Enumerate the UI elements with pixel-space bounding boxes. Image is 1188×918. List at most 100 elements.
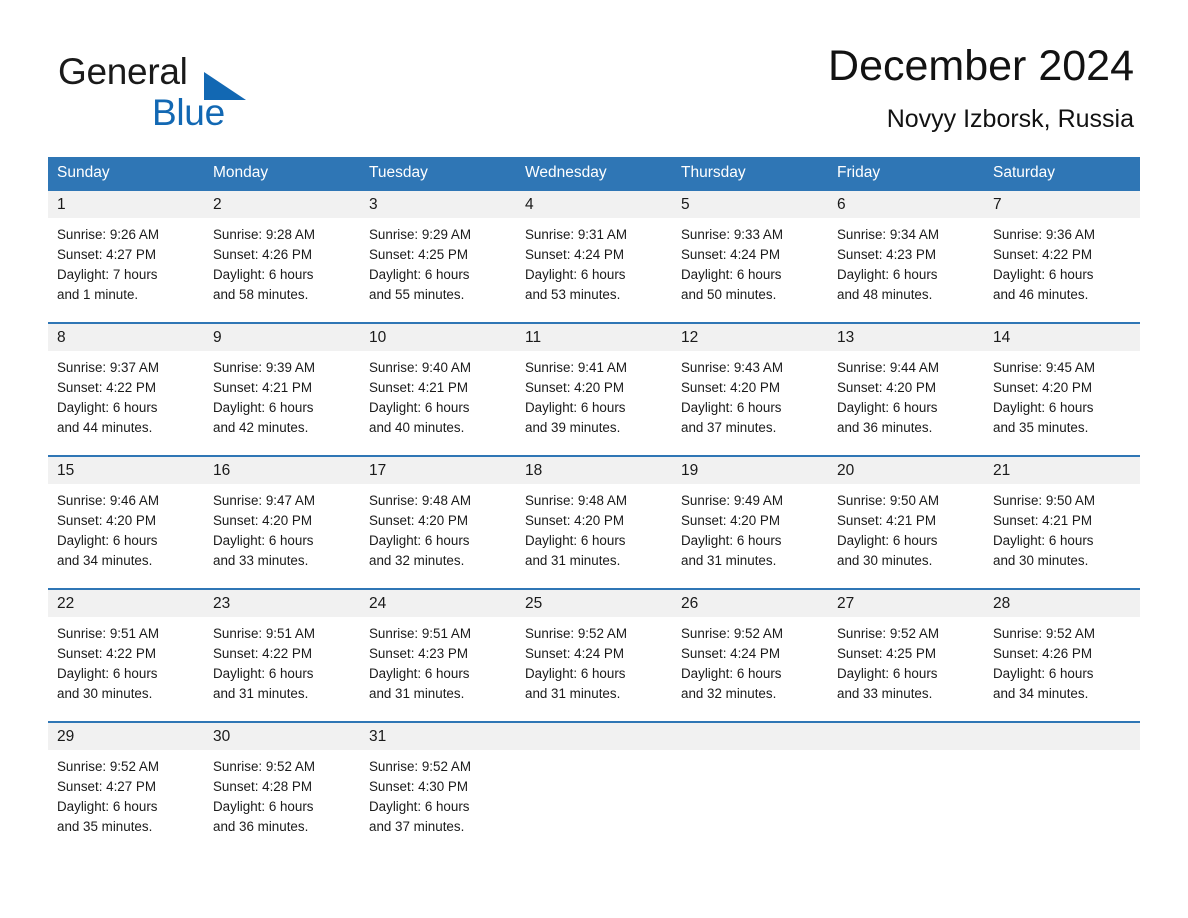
sunset-text: Sunset: 4:21 PM bbox=[369, 380, 468, 395]
day-number-band: 18 bbox=[516, 457, 672, 484]
day-cell[interactable]: 9 Sunrise: 9:39 AM Sunset: 4:21 PM Dayli… bbox=[204, 324, 360, 455]
sunset-text: Sunset: 4:20 PM bbox=[57, 513, 156, 528]
daylight-text-line1: Daylight: 6 hours bbox=[369, 533, 470, 548]
daylight-text-line1: Daylight: 6 hours bbox=[837, 400, 938, 415]
general-blue-logo[interactable]: General Blue bbox=[58, 52, 318, 133]
day-cell[interactable]: 3 Sunrise: 9:29 AM Sunset: 4:25 PM Dayli… bbox=[360, 191, 516, 322]
day-details: Sunrise: 9:51 AM Sunset: 4:22 PM Dayligh… bbox=[204, 617, 360, 721]
day-number-band: 25 bbox=[516, 590, 672, 617]
daylight-text-line1: Daylight: 6 hours bbox=[57, 799, 158, 814]
day-cell-empty bbox=[828, 723, 984, 854]
day-cell[interactable]: 12 Sunrise: 9:43 AM Sunset: 4:20 PM Dayl… bbox=[672, 324, 828, 455]
page-subtitle: Novyy Izborsk, Russia bbox=[886, 105, 1134, 133]
daylight-text-line2: and 50 minutes. bbox=[681, 287, 777, 302]
day-number-band: 9 bbox=[204, 324, 360, 351]
sunset-text: Sunset: 4:26 PM bbox=[993, 646, 1092, 661]
day-details: Sunrise: 9:50 AM Sunset: 4:21 PM Dayligh… bbox=[828, 484, 984, 588]
sunrise-text: Sunrise: 9:41 AM bbox=[525, 360, 627, 375]
sunset-text: Sunset: 4:20 PM bbox=[213, 513, 312, 528]
daylight-text-line2: and 53 minutes. bbox=[525, 287, 621, 302]
sunset-text: Sunset: 4:23 PM bbox=[837, 247, 936, 262]
day-cell[interactable]: 27 Sunrise: 9:52 AM Sunset: 4:25 PM Dayl… bbox=[828, 590, 984, 721]
daylight-text-line2: and 34 minutes. bbox=[993, 686, 1089, 701]
day-number: 1 bbox=[57, 196, 66, 213]
day-cell[interactable]: 31 Sunrise: 9:52 AM Sunset: 4:30 PM Dayl… bbox=[360, 723, 516, 854]
sunrise-text: Sunrise: 9:51 AM bbox=[57, 626, 159, 641]
day-cell[interactable]: 24 Sunrise: 9:51 AM Sunset: 4:23 PM Dayl… bbox=[360, 590, 516, 721]
sunset-text: Sunset: 4:22 PM bbox=[57, 646, 156, 661]
day-cell[interactable]: 15 Sunrise: 9:46 AM Sunset: 4:20 PM Dayl… bbox=[48, 457, 204, 588]
sunset-text: Sunset: 4:20 PM bbox=[993, 380, 1092, 395]
sunrise-text: Sunrise: 9:52 AM bbox=[837, 626, 939, 641]
day-details: Sunrise: 9:52 AM Sunset: 4:24 PM Dayligh… bbox=[672, 617, 828, 721]
day-number-band: 6 bbox=[828, 191, 984, 218]
day-number-band: 7 bbox=[984, 191, 1140, 218]
day-cell[interactable]: 17 Sunrise: 9:48 AM Sunset: 4:20 PM Dayl… bbox=[360, 457, 516, 588]
day-number-band: 13 bbox=[828, 324, 984, 351]
sunset-text: Sunset: 4:28 PM bbox=[213, 779, 312, 794]
day-cell[interactable]: 25 Sunrise: 9:52 AM Sunset: 4:24 PM Dayl… bbox=[516, 590, 672, 721]
day-number-band: 5 bbox=[672, 191, 828, 218]
day-cell[interactable]: 30 Sunrise: 9:52 AM Sunset: 4:28 PM Dayl… bbox=[204, 723, 360, 854]
day-number-band: 17 bbox=[360, 457, 516, 484]
sunset-text: Sunset: 4:20 PM bbox=[525, 380, 624, 395]
day-cell[interactable]: 8 Sunrise: 9:37 AM Sunset: 4:22 PM Dayli… bbox=[48, 324, 204, 455]
sunset-text: Sunset: 4:22 PM bbox=[57, 380, 156, 395]
daylight-text-line1: Daylight: 6 hours bbox=[681, 400, 782, 415]
day-cell[interactable]: 26 Sunrise: 9:52 AM Sunset: 4:24 PM Dayl… bbox=[672, 590, 828, 721]
day-details: Sunrise: 9:41 AM Sunset: 4:20 PM Dayligh… bbox=[516, 351, 672, 455]
day-cell[interactable]: 1 Sunrise: 9:26 AM Sunset: 4:27 PM Dayli… bbox=[48, 191, 204, 322]
day-number: 11 bbox=[525, 329, 542, 346]
day-cell[interactable]: 5 Sunrise: 9:33 AM Sunset: 4:24 PM Dayli… bbox=[672, 191, 828, 322]
day-number-band: 20 bbox=[828, 457, 984, 484]
day-cell[interactable]: 2 Sunrise: 9:28 AM Sunset: 4:26 PM Dayli… bbox=[204, 191, 360, 322]
day-cell[interactable]: 6 Sunrise: 9:34 AM Sunset: 4:23 PM Dayli… bbox=[828, 191, 984, 322]
day-cell[interactable]: 23 Sunrise: 9:51 AM Sunset: 4:22 PM Dayl… bbox=[204, 590, 360, 721]
sunrise-text: Sunrise: 9:45 AM bbox=[993, 360, 1095, 375]
day-cell[interactable]: 19 Sunrise: 9:49 AM Sunset: 4:20 PM Dayl… bbox=[672, 457, 828, 588]
daylight-text-line2: and 31 minutes. bbox=[213, 686, 309, 701]
sunset-text: Sunset: 4:20 PM bbox=[525, 513, 624, 528]
sunset-text: Sunset: 4:30 PM bbox=[369, 779, 468, 794]
day-cell[interactable]: 11 Sunrise: 9:41 AM Sunset: 4:20 PM Dayl… bbox=[516, 324, 672, 455]
daylight-text-line2: and 32 minutes. bbox=[681, 686, 777, 701]
day-cell[interactable]: 20 Sunrise: 9:50 AM Sunset: 4:21 PM Dayl… bbox=[828, 457, 984, 588]
day-cell[interactable]: 4 Sunrise: 9:31 AM Sunset: 4:24 PM Dayli… bbox=[516, 191, 672, 322]
day-number-band: 12 bbox=[672, 324, 828, 351]
calendar-page: General Blue December 2024 Novyy Izborsk… bbox=[0, 0, 1188, 918]
day-cell[interactable]: 16 Sunrise: 9:47 AM Sunset: 4:20 PM Dayl… bbox=[204, 457, 360, 588]
sunrise-text: Sunrise: 9:52 AM bbox=[525, 626, 627, 641]
sunset-text: Sunset: 4:20 PM bbox=[369, 513, 468, 528]
week-row: 15 Sunrise: 9:46 AM Sunset: 4:20 PM Dayl… bbox=[48, 455, 1140, 588]
sunrise-text: Sunrise: 9:43 AM bbox=[681, 360, 783, 375]
day-cell[interactable]: 18 Sunrise: 9:48 AM Sunset: 4:20 PM Dayl… bbox=[516, 457, 672, 588]
sunset-text: Sunset: 4:20 PM bbox=[681, 380, 780, 395]
daylight-text-line1: Daylight: 6 hours bbox=[681, 533, 782, 548]
sunrise-text: Sunrise: 9:48 AM bbox=[525, 493, 627, 508]
day-details bbox=[516, 750, 672, 854]
day-details: Sunrise: 9:29 AM Sunset: 4:25 PM Dayligh… bbox=[360, 218, 516, 322]
day-cell[interactable]: 22 Sunrise: 9:51 AM Sunset: 4:22 PM Dayl… bbox=[48, 590, 204, 721]
sunrise-text: Sunrise: 9:47 AM bbox=[213, 493, 315, 508]
weekday-header-monday: Monday bbox=[213, 164, 269, 181]
day-number-band: 3 bbox=[360, 191, 516, 218]
weekday-header-wednesday: Wednesday bbox=[525, 164, 607, 181]
sunset-text: Sunset: 4:23 PM bbox=[369, 646, 468, 661]
day-cell[interactable]: 7 Sunrise: 9:36 AM Sunset: 4:22 PM Dayli… bbox=[984, 191, 1140, 322]
day-cell[interactable]: 21 Sunrise: 9:50 AM Sunset: 4:21 PM Dayl… bbox=[984, 457, 1140, 588]
day-cell[interactable]: 14 Sunrise: 9:45 AM Sunset: 4:20 PM Dayl… bbox=[984, 324, 1140, 455]
calendar-grid: Sunday Monday Tuesday Wednesday Thursday… bbox=[48, 157, 1140, 854]
day-number: 28 bbox=[993, 595, 1011, 612]
day-cell[interactable]: 13 Sunrise: 9:44 AM Sunset: 4:20 PM Dayl… bbox=[828, 324, 984, 455]
day-number-band: 22 bbox=[48, 590, 204, 617]
sunrise-text: Sunrise: 9:31 AM bbox=[525, 227, 627, 242]
day-number: 31 bbox=[369, 728, 387, 745]
day-number-band: 15 bbox=[48, 457, 204, 484]
day-number: 27 bbox=[837, 595, 855, 612]
day-cell[interactable]: 29 Sunrise: 9:52 AM Sunset: 4:27 PM Dayl… bbox=[48, 723, 204, 854]
day-cell[interactable]: 10 Sunrise: 9:40 AM Sunset: 4:21 PM Dayl… bbox=[360, 324, 516, 455]
daylight-text-line1: Daylight: 6 hours bbox=[681, 267, 782, 282]
day-cell[interactable]: 28 Sunrise: 9:52 AM Sunset: 4:26 PM Dayl… bbox=[984, 590, 1140, 721]
day-number-band bbox=[516, 723, 672, 750]
daylight-text-line1: Daylight: 6 hours bbox=[57, 400, 158, 415]
